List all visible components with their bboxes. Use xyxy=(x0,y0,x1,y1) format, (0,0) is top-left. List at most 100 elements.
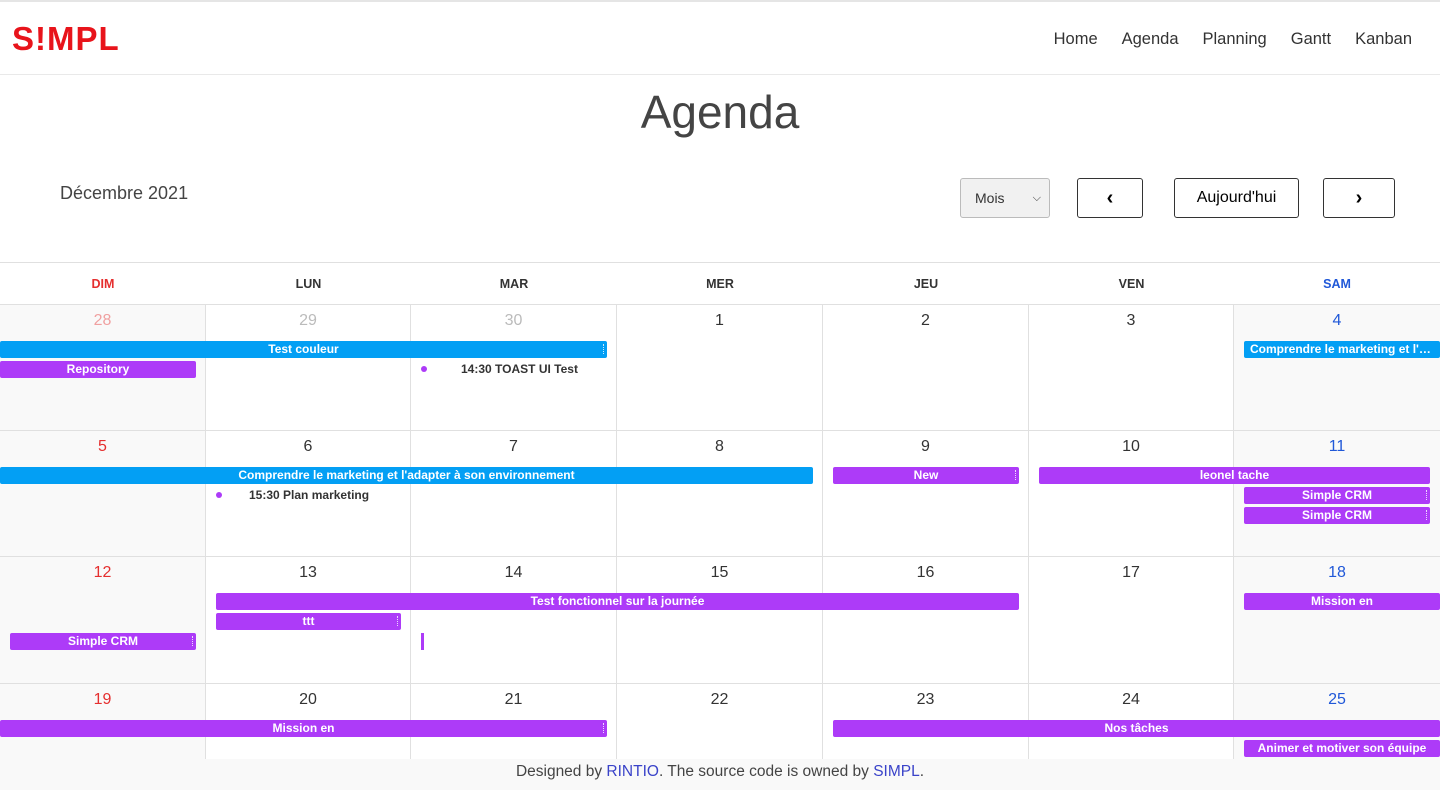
event-test-couleur[interactable]: Test couleur xyxy=(0,341,607,358)
day-cell[interactable]: 7 xyxy=(411,431,617,556)
event-comprendre-marketing[interactable]: Comprendre le marketing et l'adapter à s… xyxy=(0,467,813,484)
day-cell[interactable]: 15 xyxy=(617,557,823,683)
nav-kanban[interactable]: Kanban xyxy=(1355,28,1412,50)
day-number: 9 xyxy=(921,438,930,455)
day-number: 6 xyxy=(303,438,313,455)
page-title: Agenda xyxy=(640,86,800,138)
day-cell[interactable]: 22 xyxy=(617,684,823,759)
day-number: 8 xyxy=(715,438,724,455)
calendar-week: 28 29 30 1 2 3 4 Test couleur Repository… xyxy=(0,305,1440,431)
day-number: 4 xyxy=(1332,312,1342,329)
footer-author-link[interactable]: RINTIO xyxy=(606,763,659,780)
nav-agenda[interactable]: Agenda xyxy=(1122,28,1179,50)
day-cell[interactable]: 9 xyxy=(823,431,1029,556)
event-title: Mission en xyxy=(1310,594,1373,608)
event-animer-motiver[interactable]: Animer et motiver son équipe xyxy=(1244,740,1440,757)
today-button[interactable]: Aujourd'hui xyxy=(1174,178,1299,218)
event-title: Test couleur xyxy=(268,342,339,356)
event-title: ttt xyxy=(302,614,315,628)
day-number: 13 xyxy=(299,564,317,581)
resize-handle[interactable] xyxy=(397,616,400,626)
event-title: Simple CRM xyxy=(1301,488,1372,502)
calendar-week: 12 13 14 15 16 17 18 Test fonctionnel su… xyxy=(0,557,1440,684)
brand-logo[interactable]: S!MPL xyxy=(12,22,120,56)
day-cell[interactable]: 17 xyxy=(1029,557,1234,683)
day-number: 5 xyxy=(98,438,107,455)
day-cell[interactable]: 29 xyxy=(206,305,411,430)
weekday-tue: MAR xyxy=(499,277,529,291)
resize-handle[interactable] xyxy=(192,636,195,646)
footer-middle: . The source code is owned by xyxy=(658,763,874,780)
resize-handle[interactable] xyxy=(603,344,606,354)
day-cell[interactable]: 2 xyxy=(823,305,1029,430)
day-cell[interactable]: 16 xyxy=(823,557,1029,683)
day-number: 14 xyxy=(504,564,523,581)
day-number: 12 xyxy=(93,564,112,581)
weekday-wed: MER xyxy=(706,277,734,291)
timed-event-toast[interactable]: 14:30 TOAST UI Test xyxy=(421,361,611,378)
weekday-sun: DIM xyxy=(91,277,115,291)
event-simple-crm[interactable]: Simple CRM xyxy=(10,633,196,650)
weekday-mon: LUN xyxy=(295,277,322,291)
nav-home[interactable]: Home xyxy=(1054,28,1098,50)
day-number: 29 xyxy=(299,312,317,329)
event-time: 14:30 xyxy=(461,362,492,376)
resize-handle[interactable] xyxy=(1426,510,1429,520)
day-number: 15 xyxy=(710,564,729,581)
event-simple-crm[interactable]: Simple CRM xyxy=(1244,507,1430,524)
navbar: S!MPL Home Agenda Planning Gantt Kanban xyxy=(0,2,1440,75)
day-cell[interactable]: 3 xyxy=(1029,305,1234,430)
event-ttt[interactable]: ttt xyxy=(216,613,401,630)
day-cell[interactable]: 10 xyxy=(1029,431,1234,556)
day-number: 28 xyxy=(93,312,112,329)
nav-planning[interactable]: Planning xyxy=(1203,28,1267,50)
day-number: 24 xyxy=(1122,691,1140,708)
day-cell[interactable]: 12 xyxy=(0,557,206,683)
weekday-header: DIM LUN MAR MER JEU VEN SAM xyxy=(0,263,1440,305)
footer-prefix: Designed by xyxy=(515,763,607,780)
event-repository[interactable]: Repository xyxy=(0,361,196,378)
event-title: TOAST UI Test xyxy=(495,362,578,376)
event-collapsed-bar[interactable] xyxy=(421,633,424,650)
day-cell[interactable]: 1 xyxy=(617,305,823,430)
footer-owner-link[interactable]: SIMPL xyxy=(873,763,920,780)
event-leonel-tache[interactable]: leonel tache xyxy=(1039,467,1430,484)
view-mode-select[interactable]: Mois ⌵ xyxy=(960,178,1050,218)
event-nos-taches[interactable]: Nos tâches xyxy=(833,720,1440,737)
event-time: 15:30 xyxy=(249,488,280,502)
day-number: 11 xyxy=(1328,438,1346,455)
calendar-week: 19 20 21 22 23 24 25 Mission en Nos tâch… xyxy=(0,684,1440,759)
current-month-label: Décembre 2021 xyxy=(60,183,189,203)
resize-handle[interactable] xyxy=(603,723,606,733)
event-new[interactable]: New xyxy=(833,467,1019,484)
event-simple-crm[interactable]: Simple CRM xyxy=(1244,487,1430,504)
event-mission-en[interactable]: Mission en xyxy=(1244,593,1440,610)
day-number: 23 xyxy=(916,691,935,708)
footer: Designed by RINTIO. The source code is o… xyxy=(0,759,1440,790)
day-number: 17 xyxy=(1122,564,1140,581)
day-number: 25 xyxy=(1328,691,1346,708)
day-number: 19 xyxy=(93,691,112,708)
timed-event-plan-marketing[interactable]: 15:30 Plan marketing xyxy=(216,487,406,504)
prev-month-button[interactable]: ‹ xyxy=(1077,178,1143,218)
day-number: 1 xyxy=(715,312,724,329)
day-cell[interactable]: 8 xyxy=(617,431,823,556)
event-title: Mission en xyxy=(272,721,335,735)
weekday-sat: SAM xyxy=(1323,277,1351,291)
event-test-fonctionnel[interactable]: Test fonctionnel sur la journée xyxy=(216,593,1019,610)
day-cell[interactable]: 18 xyxy=(1234,557,1440,683)
event-title: New xyxy=(913,468,939,482)
event-mission-en[interactable]: Mission en xyxy=(0,720,607,737)
event-title: Repository xyxy=(66,362,130,376)
nav-gantt[interactable]: Gantt xyxy=(1291,28,1331,50)
day-cell[interactable]: 14 xyxy=(411,557,617,683)
day-number: 18 xyxy=(1328,564,1346,581)
day-cell[interactable]: 4 xyxy=(1234,305,1440,430)
event-comprendre-marketing[interactable]: Comprendre le marketing et l'adapter à s… xyxy=(1244,341,1440,358)
event-title: Nos tâches xyxy=(1104,721,1169,735)
resize-handle[interactable] xyxy=(1426,490,1429,500)
day-cell[interactable]: 5 xyxy=(0,431,206,556)
resize-handle[interactable] xyxy=(1015,470,1018,480)
next-month-button[interactable]: › xyxy=(1323,178,1395,218)
day-number: 10 xyxy=(1122,438,1140,455)
